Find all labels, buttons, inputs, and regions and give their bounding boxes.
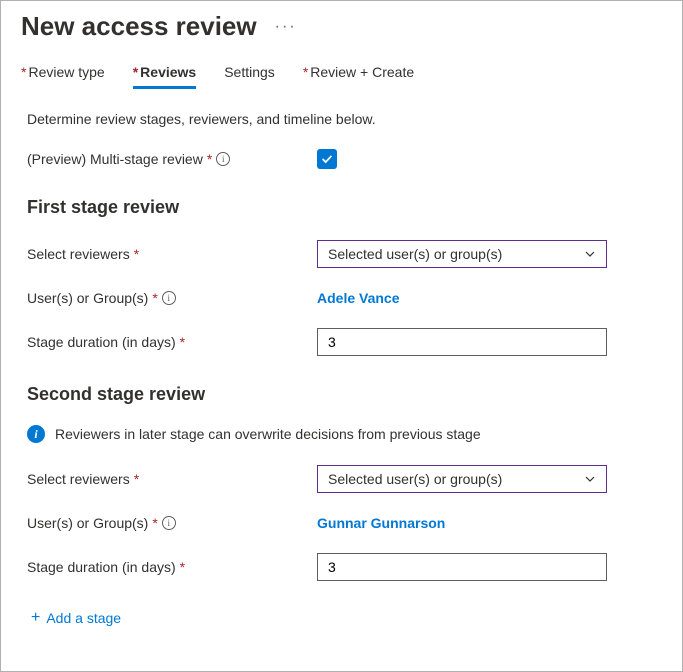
stage1-duration-input[interactable] <box>317 328 607 356</box>
plus-icon: + <box>31 609 40 627</box>
add-stage-button[interactable]: + Add a stage <box>1 581 682 637</box>
required-marker: * <box>207 151 212 167</box>
tab-settings[interactable]: Settings <box>224 64 275 89</box>
info-solid-icon: i <box>27 425 45 443</box>
page-description: Determine review stages, reviewers, and … <box>1 89 682 127</box>
check-icon <box>320 152 334 166</box>
stage1-users-groups-label: User(s) or Group(s) <box>27 290 148 306</box>
stage2-select-reviewers-value: Selected user(s) or group(s) <box>328 471 502 487</box>
stage2-users-groups-link[interactable]: Gunnar Gunnarson <box>317 515 445 531</box>
page-title: New access review <box>21 11 257 42</box>
required-marker: * <box>180 334 185 350</box>
stage1-select-reviewers-label: Select reviewers <box>27 246 130 262</box>
required-marker: * <box>134 471 139 487</box>
required-marker: * <box>152 290 157 306</box>
stage1-select-reviewers-value: Selected user(s) or group(s) <box>328 246 502 262</box>
stage2-banner-text: Reviewers in later stage can overwrite d… <box>55 426 481 442</box>
more-icon[interactable]: ··· <box>275 18 297 36</box>
stage2-users-groups-label: User(s) or Group(s) <box>27 515 148 531</box>
tab-review-create-label: Review + Create <box>310 64 414 80</box>
add-stage-label: Add a stage <box>46 610 121 626</box>
required-marker: * <box>152 515 157 531</box>
first-stage-heading: First stage review <box>1 169 682 218</box>
tab-review-type[interactable]: *Review type <box>21 64 105 89</box>
tab-reviews-label: Reviews <box>140 64 196 80</box>
chevron-down-icon <box>584 248 596 260</box>
second-stage-heading: Second stage review <box>1 356 682 405</box>
stage2-select-reviewers-dropdown[interactable]: Selected user(s) or group(s) <box>317 465 607 493</box>
multi-stage-checkbox[interactable] <box>317 149 337 169</box>
stage1-select-reviewers-dropdown[interactable]: Selected user(s) or group(s) <box>317 240 607 268</box>
required-marker: * <box>180 559 185 575</box>
tab-review-type-label: Review type <box>28 64 104 80</box>
tab-review-create[interactable]: *Review + Create <box>303 64 414 89</box>
tab-settings-label: Settings <box>224 64 275 80</box>
required-marker: * <box>134 246 139 262</box>
info-icon[interactable]: i <box>162 291 176 305</box>
info-icon[interactable]: i <box>216 152 230 166</box>
stage1-duration-label: Stage duration (in days) <box>27 334 176 350</box>
stage2-duration-input[interactable] <box>317 553 607 581</box>
stage2-duration-label: Stage duration (in days) <box>27 559 176 575</box>
multi-stage-label: (Preview) Multi-stage review <box>27 151 203 167</box>
stage1-users-groups-link[interactable]: Adele Vance <box>317 290 400 306</box>
info-icon[interactable]: i <box>162 516 176 530</box>
tab-reviews[interactable]: *Reviews <box>133 64 197 89</box>
tab-bar: *Review type *Reviews Settings *Review +… <box>1 42 682 89</box>
chevron-down-icon <box>584 473 596 485</box>
stage2-select-reviewers-label: Select reviewers <box>27 471 130 487</box>
